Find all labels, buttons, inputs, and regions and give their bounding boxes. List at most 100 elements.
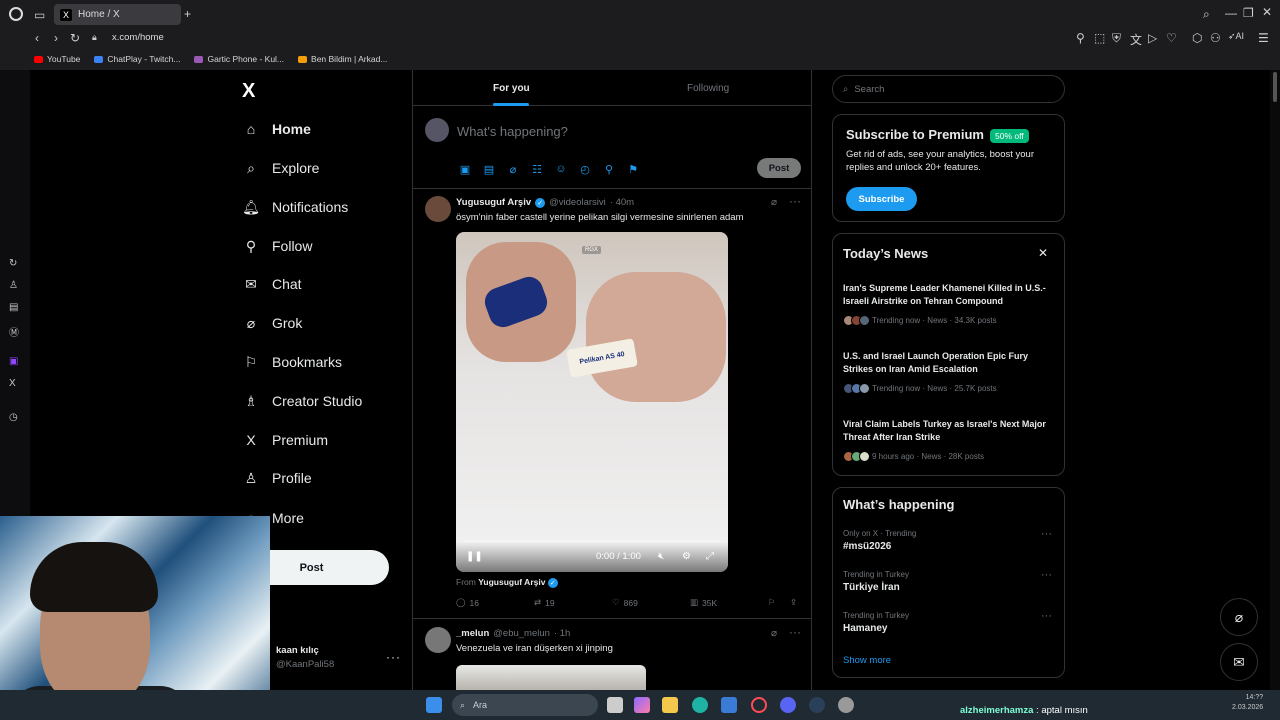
opera-menu-icon[interactable] bbox=[9, 7, 23, 21]
system-clock[interactable]: 14:?? 2.03.2026 bbox=[1232, 693, 1263, 713]
nav-notifications[interactable]: 🔔︎ Notifications bbox=[242, 193, 348, 221]
minimize-icon[interactable]: — bbox=[1225, 6, 1237, 20]
trend-more-icon[interactable]: ··· bbox=[1041, 569, 1052, 581]
scrollbar-thumb[interactable] bbox=[1273, 72, 1277, 102]
nav-follow[interactable]: ⚲ Follow bbox=[242, 232, 313, 260]
close-window-icon[interactable]: ✕ bbox=[1262, 5, 1272, 19]
tab-for-you[interactable]: For you bbox=[493, 83, 530, 94]
nav-profile[interactable]: ♙ Profile bbox=[242, 464, 312, 492]
windows-start-icon[interactable] bbox=[426, 697, 442, 713]
reply-button[interactable]: ◯ 16 bbox=[456, 597, 479, 608]
views-button[interactable]: ▥ 35K bbox=[690, 597, 717, 608]
bookmark-chatplay[interactable]: ChatPlay - Twitch... bbox=[94, 54, 180, 64]
trend-name[interactable]: Hamaney bbox=[843, 623, 887, 634]
nav-bookmarks[interactable]: ⚐ Bookmarks bbox=[242, 348, 342, 376]
nav-creator-studio[interactable]: ♗ Creator Studio bbox=[242, 387, 363, 415]
opera-taskbar-icon[interactable] bbox=[751, 697, 767, 713]
back-icon[interactable]: ‹ bbox=[35, 31, 39, 45]
show-more-link[interactable]: Show more bbox=[843, 655, 891, 666]
bookmark-gartic[interactable]: Gartic Phone - Kul... bbox=[194, 54, 284, 64]
x-sidebar-icon[interactable]: X bbox=[9, 378, 16, 389]
history-icon[interactable]: ↻ bbox=[9, 258, 17, 269]
task-view-icon[interactable] bbox=[607, 697, 623, 713]
like-button[interactable]: ♡ 869 bbox=[612, 597, 638, 608]
shield-icon[interactable]: ⛨ bbox=[1112, 31, 1121, 46]
composer-avatar[interactable] bbox=[425, 118, 449, 142]
copilot-icon[interactable] bbox=[634, 697, 650, 713]
taskbar-search[interactable]: ⌕ Ara bbox=[452, 694, 598, 716]
news-item-title[interactable]: U.S. and Israel Launch Operation Epic Fu… bbox=[843, 350, 1053, 376]
close-icon[interactable]: ✕ bbox=[1038, 246, 1048, 260]
url-field[interactable]: x.com/home bbox=[112, 32, 164, 43]
x-logo[interactable]: X bbox=[242, 80, 255, 103]
store-icon[interactable] bbox=[721, 697, 737, 713]
flag-icon[interactable]: ⚑ bbox=[625, 162, 641, 176]
easy-setup-icon[interactable]: ☰ bbox=[1258, 31, 1269, 45]
share-button[interactable]: ⇪ bbox=[790, 597, 797, 608]
trend-name[interactable]: #msü2026 bbox=[843, 541, 891, 552]
poll-icon[interactable]: ☷ bbox=[529, 162, 545, 176]
search-input[interactable]: ⌕ Search bbox=[832, 75, 1065, 103]
nav-home[interactable]: ⌂ Home bbox=[242, 115, 311, 143]
mute-icon[interactable]: 🔇︎ bbox=[658, 551, 664, 562]
composer-post-button[interactable]: Post bbox=[757, 158, 801, 178]
settings-icon[interactable]: ⚙ bbox=[682, 551, 691, 562]
nav-premium[interactable]: X Premium bbox=[242, 426, 328, 454]
tweet-avatar[interactable] bbox=[425, 196, 451, 222]
clock-icon[interactable]: ◷ bbox=[9, 412, 18, 423]
messages-float-button[interactable]: ✉ bbox=[1220, 643, 1258, 681]
trend-more-icon[interactable]: ··· bbox=[1041, 610, 1052, 622]
steam-icon[interactable] bbox=[809, 697, 825, 713]
grok-explain-icon[interactable]: ⌀ bbox=[771, 628, 777, 639]
fullscreen-icon[interactable]: ⤢ bbox=[706, 551, 714, 562]
subscribe-button[interactable]: Subscribe bbox=[846, 187, 917, 211]
schedule-icon[interactable]: ◴ bbox=[577, 162, 593, 176]
twitch-icon[interactable]: ▣ bbox=[9, 356, 18, 367]
pause-icon[interactable]: ❚❚ bbox=[466, 551, 483, 562]
tweet-author-handle[interactable]: @videolarsivi bbox=[549, 197, 606, 208]
file-explorer-icon[interactable] bbox=[662, 697, 678, 713]
grok-float-button[interactable]: ⌀ bbox=[1220, 598, 1258, 636]
from-author[interactable]: Yugusuguf Arşiv bbox=[478, 577, 545, 587]
tweet-time[interactable]: · 1h bbox=[554, 628, 570, 639]
reload-icon[interactable]: ↻ bbox=[70, 31, 80, 45]
nav-explore[interactable]: ⌕ Explore bbox=[242, 154, 319, 182]
tweet-time[interactable]: · 40m bbox=[610, 197, 634, 208]
tweet-author-name[interactable]: Yugusuguf Arşiv bbox=[456, 197, 531, 208]
search-tabs-icon[interactable]: ⌕ bbox=[1203, 7, 1210, 22]
chrome-icon[interactable] bbox=[838, 697, 854, 713]
maximize-icon[interactable]: ❐ bbox=[1243, 6, 1254, 20]
trend-name[interactable]: Türkiye İran bbox=[843, 582, 900, 593]
translate-icon[interactable]: 文 bbox=[1130, 31, 1142, 48]
gif-icon[interactable]: ▤ bbox=[481, 162, 497, 176]
tab-home-x[interactable]: X Home / X bbox=[54, 4, 181, 25]
extensions-icon[interactable]: ⬡ bbox=[1192, 31, 1202, 45]
news-item-title[interactable]: Viral Claim Labels Turkey as Israel's Ne… bbox=[843, 418, 1053, 444]
account-switcher[interactable]: kaan kılıç @KaanPali58 bbox=[276, 645, 334, 670]
edge-icon[interactable] bbox=[692, 697, 708, 713]
heart-icon[interactable]: ♡ bbox=[1166, 31, 1177, 45]
nav-grok[interactable]: ⌀ Grok bbox=[242, 309, 303, 337]
account-more-icon[interactable]: ··· bbox=[386, 650, 401, 664]
tab-island-icon[interactable]: ▭ bbox=[34, 8, 45, 22]
trend-more-icon[interactable]: ··· bbox=[1041, 528, 1052, 540]
tweet-avatar[interactable] bbox=[425, 627, 451, 653]
grok-explain-icon[interactable]: ⌀ bbox=[771, 197, 777, 208]
tweet-media-thumbnail[interactable] bbox=[456, 665, 646, 690]
aria-icon[interactable]: ♙ bbox=[9, 280, 18, 291]
page-scrollbar[interactable] bbox=[1270, 70, 1280, 690]
tweet-more-icon[interactable]: ··· bbox=[789, 625, 801, 639]
profile-icon[interactable]: ⚇ bbox=[1210, 31, 1221, 45]
play-icon[interactable]: ▷ bbox=[1148, 31, 1157, 45]
messenger-icon[interactable]: Ⓜ bbox=[9, 324, 19, 339]
discord-icon[interactable] bbox=[780, 697, 796, 713]
bookmark-button[interactable]: ⚐ bbox=[768, 597, 776, 608]
news-item-title[interactable]: Iran's Supreme Leader Khamenei Killed in… bbox=[843, 282, 1053, 308]
ai-icon[interactable]: ➶AI bbox=[1228, 31, 1244, 42]
new-tab-icon[interactable]: + bbox=[184, 7, 191, 21]
tab-following[interactable]: Following bbox=[687, 83, 729, 94]
location-icon[interactable]: ⚲ bbox=[601, 162, 617, 176]
grok-compose-icon[interactable]: ⌀ bbox=[505, 162, 521, 176]
composer-input[interactable]: What's happening? bbox=[457, 124, 568, 139]
tweet-more-icon[interactable]: ··· bbox=[789, 194, 801, 208]
